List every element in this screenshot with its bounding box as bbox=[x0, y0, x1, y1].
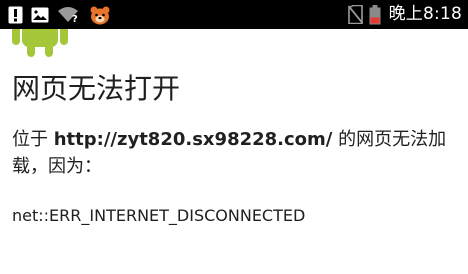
failed-url: http://zyt820.sx98228.com/ bbox=[53, 129, 333, 150]
battery-icon bbox=[369, 4, 381, 24]
alert-icon bbox=[8, 6, 23, 23]
system-icons: 晚上8:18 bbox=[347, 0, 462, 29]
svg-text:?: ? bbox=[72, 14, 78, 23]
notification-icons: ? bbox=[8, 0, 111, 29]
error-code: net::ERR_INTERNET_DISCONNECTED bbox=[12, 206, 306, 225]
gallery-icon bbox=[31, 7, 49, 22]
wifi-question-icon: ? bbox=[58, 7, 78, 23]
error-page: 网页无法打开 位于 http://zyt820.sx98228.com/ 的网页… bbox=[0, 29, 468, 274]
no-sim-icon bbox=[347, 5, 363, 24]
page-title: 网页无法打开 bbox=[12, 72, 181, 105]
clock: 晚上8:18 bbox=[388, 4, 462, 24]
status-bar: ? 晚上8:18 bbox=[0, 0, 468, 29]
error-message: 位于 http://zyt820.sx98228.com/ 的网页无法加载，因为… bbox=[12, 126, 458, 180]
bear-app-icon bbox=[90, 6, 110, 24]
android-logo bbox=[12, 29, 68, 57]
message-prefix: 位于 bbox=[12, 129, 54, 150]
